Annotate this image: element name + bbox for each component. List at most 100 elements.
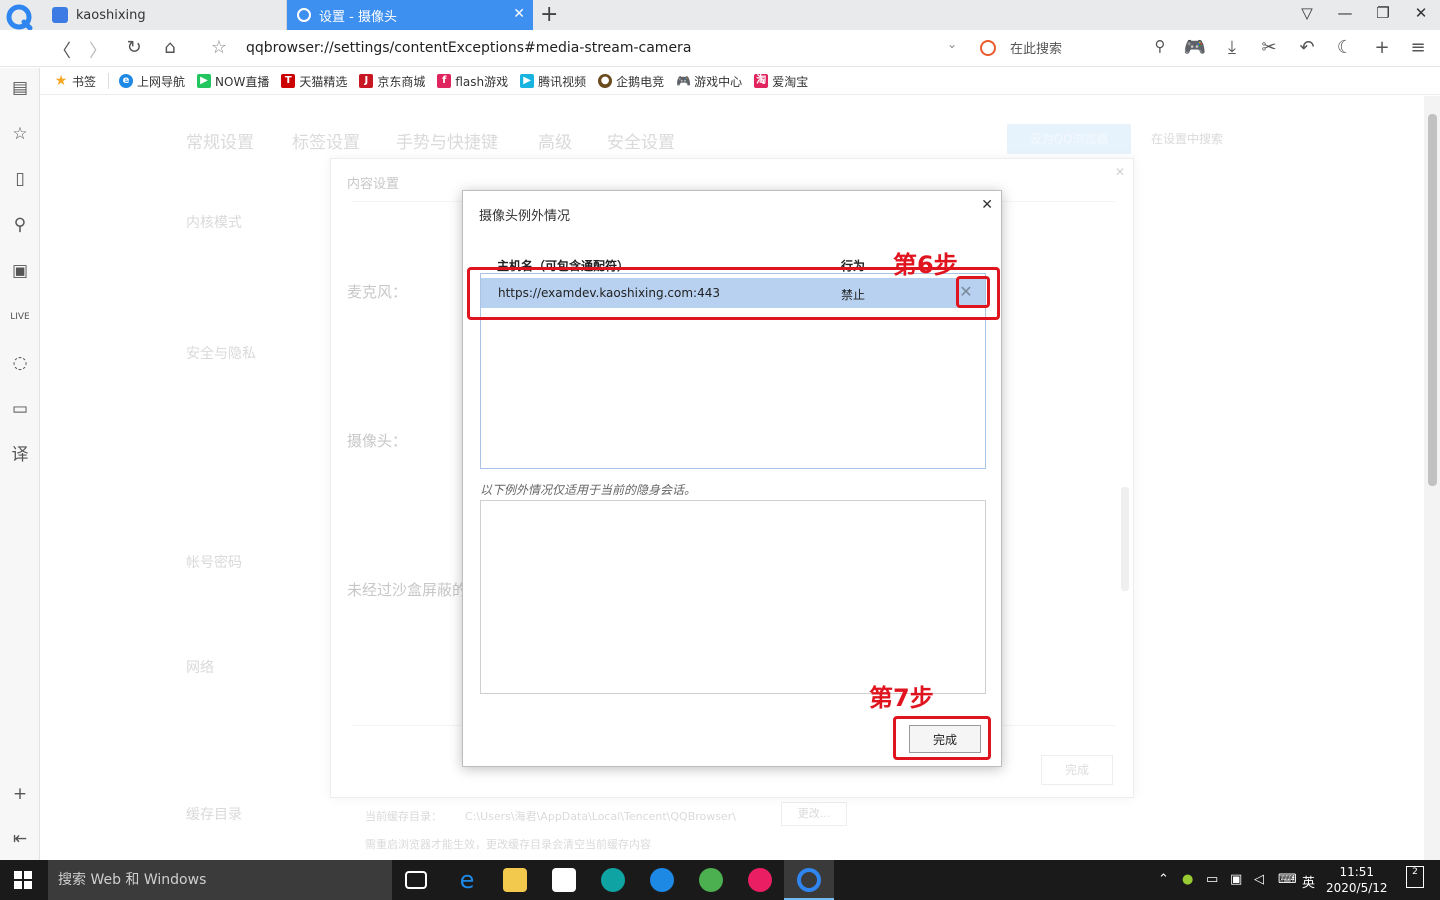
chat-icon[interactable]: ◌ bbox=[8, 351, 32, 375]
download-icon[interactable]: ⤓ bbox=[1220, 37, 1244, 58]
left-sidebar: ▤ ☆ ▯ ⚲ ▣ LIVE ◌ ▭ 译 + ⇤ bbox=[0, 68, 40, 860]
ie-icon: e bbox=[119, 74, 134, 88]
bookmark-item[interactable]: f flash游戏 bbox=[437, 73, 508, 90]
keyboard-icon[interactable]: ⌨ bbox=[1278, 872, 1297, 887]
new-tab-icon[interactable]: + bbox=[540, 2, 558, 27]
search-box[interactable]: 在此搜索 bbox=[980, 38, 1062, 57]
egame-icon: ● bbox=[598, 74, 613, 88]
screenshot-scissors-icon[interactable]: ✂ bbox=[1257, 37, 1281, 58]
kaoshixing-favicon-icon bbox=[52, 7, 68, 23]
tencent-video-icon: ▶ bbox=[520, 74, 535, 88]
video-icon[interactable]: ▣ bbox=[8, 259, 32, 283]
file-explorer-icon[interactable] bbox=[503, 868, 527, 892]
step6-label: 第6步 bbox=[893, 251, 958, 279]
system-clock[interactable]: 11:51 2020/5/12 bbox=[1326, 864, 1388, 896]
tmall-icon: T bbox=[281, 74, 296, 88]
night-mode-icon[interactable]: ☾ bbox=[1333, 37, 1357, 58]
qq-browser-taskbar-button[interactable] bbox=[784, 860, 834, 900]
back-icon[interactable]: 〈 bbox=[50, 37, 74, 63]
clock-time: 11:51 bbox=[1339, 865, 1375, 879]
notification-center-icon[interactable]: 2 bbox=[1406, 866, 1424, 888]
incognito-note: 以下例外情况仅适用于当前的隐身会话。 bbox=[480, 483, 697, 497]
url-dropdown-icon[interactable]: ⌄ bbox=[940, 37, 964, 51]
bookmark-item[interactable]: J 京东商城 bbox=[359, 73, 425, 90]
star-icon: ★ bbox=[54, 73, 68, 89]
chrome-icon[interactable] bbox=[748, 868, 772, 892]
tray-battery-icon[interactable]: ▭ bbox=[1206, 872, 1218, 887]
bookmark-item[interactable]: ▶ NOW直播 bbox=[197, 73, 269, 90]
edge-chromium-icon[interactable] bbox=[601, 868, 625, 892]
tab-kaoshixing[interactable]: kaoshixing bbox=[42, 0, 287, 30]
bookmark-item[interactable]: 🎮 游戏中心 bbox=[676, 73, 742, 90]
bookmark-item[interactable]: ● 企鹅电竞 bbox=[598, 73, 664, 90]
bookmark-item[interactable]: e 上网导航 bbox=[119, 73, 185, 90]
bookmark-item[interactable]: 淘爱淘宝 bbox=[754, 73, 808, 90]
sogou-icon[interactable] bbox=[650, 868, 674, 892]
now-icon: ▶ bbox=[197, 74, 212, 88]
tab-bar: kaoshixing 设置 - 摄像头 ✕ + ▽ — ❐ ✕ bbox=[0, 0, 1440, 32]
url-field[interactable]: qqbrowser://settings/contentExceptions#m… bbox=[246, 40, 691, 56]
reader-book-icon[interactable]: ▯ bbox=[8, 167, 32, 191]
tray-app-icon[interactable]: ● bbox=[1182, 872, 1193, 887]
qq-browser-logo-icon[interactable] bbox=[6, 4, 34, 32]
jd-icon: J bbox=[359, 74, 374, 88]
favorites-star-icon[interactable]: ☆ bbox=[8, 122, 32, 146]
task-view-icon[interactable] bbox=[405, 871, 427, 889]
toolbox-icon[interactable]: ▭ bbox=[8, 397, 32, 421]
notification-count: 2 bbox=[1412, 867, 1418, 877]
bookmark-item[interactable]: ★ 书签 bbox=[54, 73, 96, 90]
settings-gear-icon bbox=[297, 8, 311, 22]
page-scrollbar[interactable] bbox=[1424, 96, 1440, 860]
skin-icon[interactable]: ▽ bbox=[1295, 4, 1319, 22]
close-tab-icon[interactable]: ✕ bbox=[513, 6, 525, 22]
ime-indicator[interactable]: 英 bbox=[1302, 872, 1315, 891]
windows-start-icon[interactable] bbox=[14, 871, 32, 889]
taskbar-search-box[interactable]: 搜索 Web 和 Windows bbox=[48, 860, 392, 900]
tray-expand-icon[interactable]: ⌃ bbox=[1158, 872, 1169, 887]
incognito-exceptions-list[interactable] bbox=[480, 500, 986, 694]
bookmark-item[interactable]: T 天猫精选 bbox=[281, 73, 347, 90]
news-icon[interactable]: ▤ bbox=[8, 76, 32, 100]
collapse-sidebar-icon[interactable]: ⇤ bbox=[8, 827, 32, 851]
scrollbar-thumb[interactable] bbox=[1428, 114, 1437, 486]
search-icon[interactable]: ⚲ bbox=[1148, 37, 1172, 55]
network-icon[interactable]: ▣ bbox=[1230, 872, 1242, 887]
menu-icon[interactable]: ≡ bbox=[1406, 37, 1430, 58]
tab-title: 设置 - 摄像头 bbox=[319, 9, 397, 25]
home-icon[interactable]: ⌂ bbox=[158, 37, 182, 58]
dialog-title: 摄像头例外情况 bbox=[479, 209, 571, 224]
sogou-search-icon bbox=[980, 39, 996, 56]
bookmarks-bar: ★ 书签 e 上网导航 ▶ NOW直播 T 天猫精选 J 京东商城 f flash游戏 ▶ 腾… bbox=[40, 68, 1440, 95]
edge-icon[interactable]: e bbox=[455, 868, 479, 892]
forward-icon[interactable]: 〉 bbox=[86, 37, 110, 63]
store-icon[interactable] bbox=[552, 868, 576, 892]
live-icon[interactable]: LIVE bbox=[8, 305, 32, 329]
add-icon[interactable]: + bbox=[1370, 37, 1394, 58]
translate-icon[interactable]: 译 bbox=[8, 443, 32, 467]
aitaobao-icon: 淘 bbox=[754, 74, 769, 88]
undo-close-icon[interactable]: ↶ bbox=[1295, 37, 1319, 58]
volume-icon[interactable]: ◁ bbox=[1254, 872, 1264, 887]
restore-icon[interactable]: ❐ bbox=[1371, 4, 1395, 22]
tab-settings-camera[interactable]: 设置 - 摄像头 ✕ bbox=[287, 0, 533, 30]
search-icon[interactable]: ⚲ bbox=[8, 213, 32, 237]
favorite-star-icon[interactable]: ☆ bbox=[207, 37, 231, 58]
qq-browser-icon bbox=[797, 868, 821, 892]
step7-label: 第7步 bbox=[869, 684, 934, 712]
360-browser-icon[interactable] bbox=[699, 868, 723, 892]
bookmark-item[interactable]: ▶ 腾讯视频 bbox=[520, 73, 586, 90]
divider bbox=[108, 73, 110, 89]
close-window-icon[interactable]: ✕ bbox=[1409, 4, 1433, 22]
flash-game-icon: f bbox=[437, 74, 452, 88]
windows-taskbar: 搜索 Web 和 Windows e ⌃ ● ▭ ▣ ◁ ⌨ 英 11:51 2… bbox=[0, 860, 1440, 900]
clock-date: 2020/5/12 bbox=[1326, 881, 1388, 895]
step7-highlight-box bbox=[893, 716, 991, 760]
game-center-icon: 🎮 bbox=[676, 74, 692, 88]
address-bar: 〈 〉 ↻ ⌂ ☆ qqbrowser://settings/contentEx… bbox=[0, 30, 1440, 67]
reload-icon[interactable]: ↻ bbox=[122, 37, 146, 58]
game-icon[interactable]: 🎮 bbox=[1183, 37, 1207, 58]
add-sidebar-icon[interactable]: + bbox=[8, 782, 32, 806]
minimize-icon[interactable]: — bbox=[1333, 4, 1357, 22]
search-placeholder: 在此搜索 bbox=[1010, 42, 1063, 57]
close-icon[interactable]: ✕ bbox=[981, 197, 993, 213]
